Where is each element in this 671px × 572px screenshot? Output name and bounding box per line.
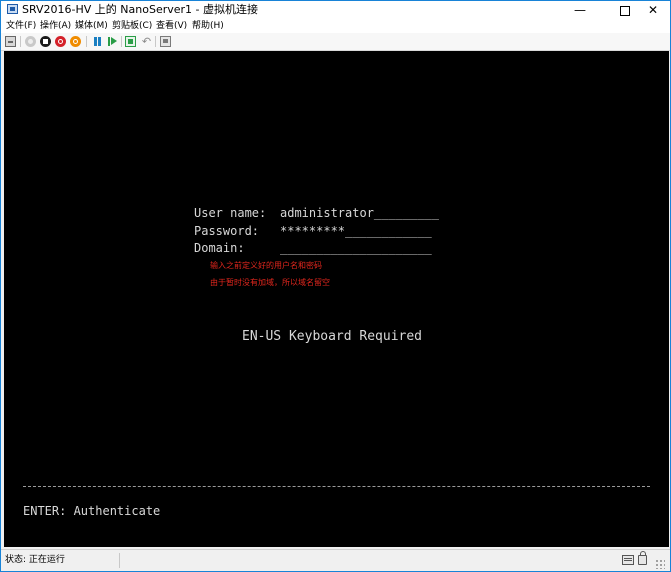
maximize-icon [620, 6, 630, 16]
domain-label: Domain: [194, 241, 245, 255]
password-field[interactable]: *********____________ [280, 224, 432, 238]
annotation-domain: 由于暂时没有加域，所以域名留空 [210, 278, 330, 287]
close-button[interactable]: ✕ [639, 1, 667, 19]
lock-icon [638, 551, 647, 565]
ctrl-alt-del-icon[interactable] [5, 36, 16, 47]
menu-clipboard[interactable]: 剪贴板(C) [112, 20, 152, 32]
checkpoint-icon[interactable] [125, 36, 136, 47]
start-icon[interactable] [25, 36, 36, 47]
keyboard-notice: EN-US Keyboard Required [242, 329, 423, 344]
password-label: Password: [194, 224, 260, 238]
username-label: User name: [194, 206, 267, 220]
menu-media[interactable]: 媒体(M) [75, 20, 108, 32]
reset-icon[interactable] [107, 36, 118, 47]
save-icon[interactable] [70, 36, 81, 47]
password-row: Password: *********____________ [194, 224, 432, 239]
minimize-button[interactable]: — [566, 1, 594, 19]
enter-authenticate-hint: ENTER: Authenticate [23, 504, 161, 518]
vm-connect-app-icon [7, 4, 18, 14]
window-title: SRV2016-HV 上的 NanoServer1 - 虚拟机连接 [22, 3, 259, 16]
toolbar-separator [121, 36, 122, 47]
shut-down-icon[interactable] [55, 36, 66, 47]
title-bar: SRV2016-HV 上的 NanoServer1 - 虚拟机连接 — ✕ [1, 1, 670, 19]
revert-icon[interactable]: ↶ [141, 36, 152, 47]
username-field[interactable]: administrator_________ [280, 206, 439, 220]
menu-view[interactable]: 查看(V) [156, 20, 187, 32]
vm-connection-window: SRV2016-HV 上的 NanoServer1 - 虚拟机连接 — ✕ 文件… [0, 0, 671, 572]
enhanced-session-icon[interactable] [160, 36, 171, 47]
status-bar: 状态: 正在运行 [1, 549, 670, 571]
menu-bar: 文件(F) 操作(A) 媒体(M) 剪贴板(C) 查看(V) 帮助(H) [1, 19, 670, 33]
vm-status: 状态: 正在运行 [5, 555, 65, 565]
username-row: User name: administrator_________ [194, 206, 439, 221]
toolbar-separator [155, 36, 156, 47]
annotation-credentials: 输入之前定义好的用户名和密码 [210, 261, 322, 270]
keyboard-icon [622, 555, 634, 565]
maximize-button[interactable] [611, 1, 639, 19]
menu-help[interactable]: 帮助(H) [192, 20, 224, 32]
resize-grip[interactable] [655, 559, 665, 569]
toolbar: ↶ [1, 33, 670, 51]
vm-console-screen[interactable]: User name: administrator_________ Passwor… [4, 51, 669, 547]
domain-row: Domain: _____________________ [194, 241, 432, 256]
menu-file[interactable]: 文件(F) [6, 20, 36, 32]
toolbar-separator [86, 36, 87, 47]
toolbar-separator [20, 36, 21, 47]
menu-action[interactable]: 操作(A) [40, 20, 71, 32]
status-separator [119, 553, 120, 568]
domain-field[interactable]: _____________________ [280, 241, 432, 255]
pause-icon[interactable] [92, 36, 103, 47]
console-divider [23, 486, 650, 487]
turn-off-icon[interactable] [40, 36, 51, 47]
